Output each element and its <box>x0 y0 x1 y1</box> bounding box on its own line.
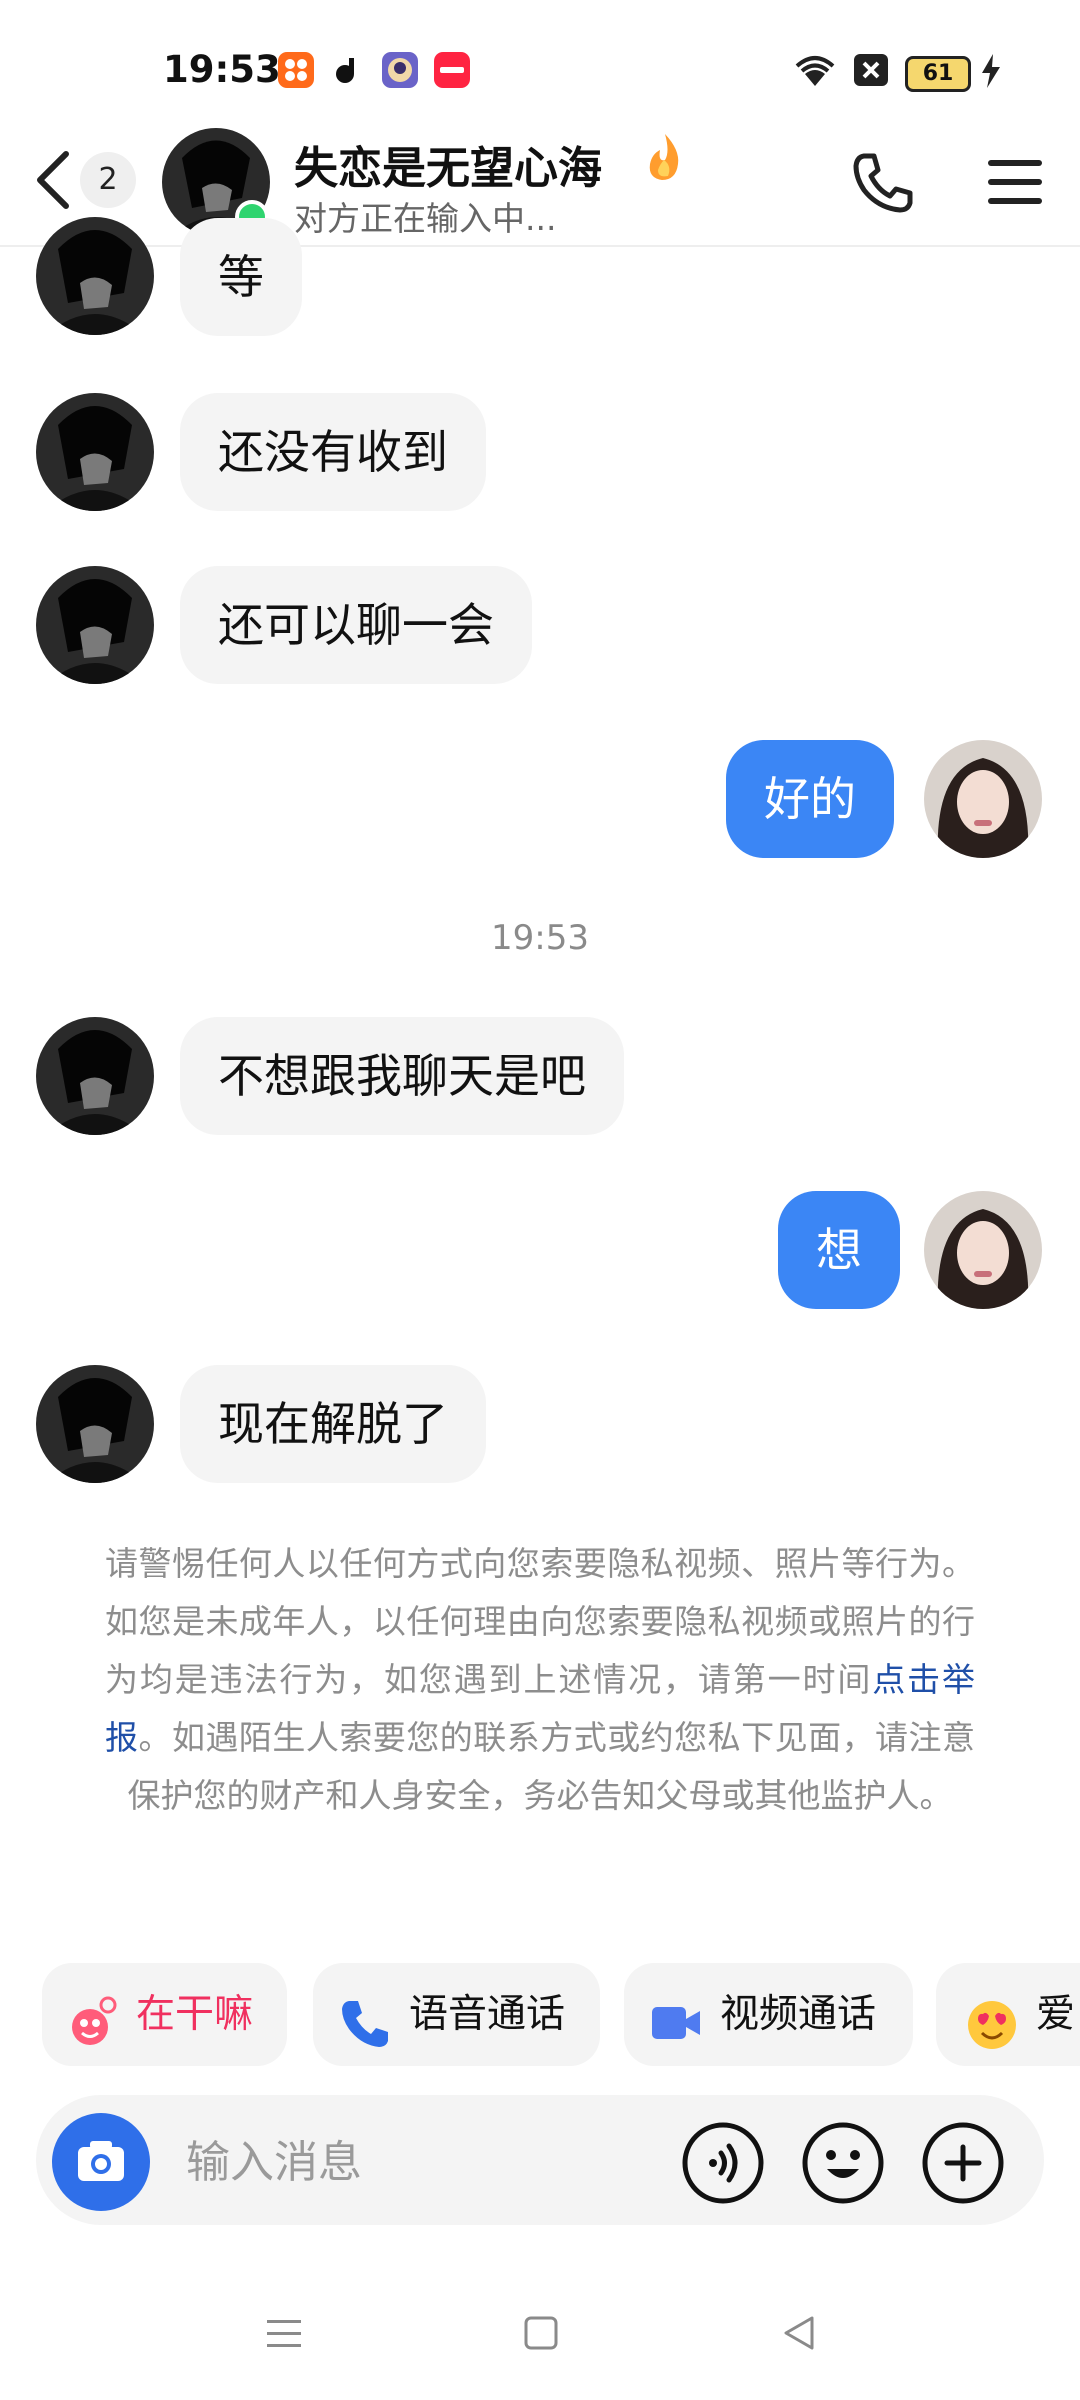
status-time: 19:53 <box>163 48 281 91</box>
video-camera-icon <box>648 1987 704 2043</box>
voice-icon <box>682 2122 764 2204</box>
quick-action-label: 语音通话 <box>409 1992 566 2037</box>
no-sim-icon <box>854 54 888 86</box>
contact-avatar[interactable] <box>36 1365 154 1483</box>
outgoing-message[interactable]: 好的 <box>726 740 894 858</box>
quick-action-whats-up[interactable]: 在干嘛 <box>42 1963 287 2066</box>
incoming-message[interactable]: 现在解脱了 <box>180 1365 486 1483</box>
charging-icon <box>980 54 1002 88</box>
contact-name[interactable]: 失恋是无望心海 <box>294 132 602 196</box>
nav-back-icon[interactable] <box>776 2310 822 2356</box>
fire-icon <box>640 132 690 184</box>
outgoing-message[interactable]: 想 <box>778 1191 900 1309</box>
camera-icon <box>78 2141 124 2181</box>
emoji-button[interactable] <box>801 2121 885 2205</box>
contact-avatar[interactable] <box>36 1017 154 1135</box>
camera-button[interactable] <box>52 2113 150 2211</box>
nav-home-icon[interactable] <box>518 2310 564 2356</box>
typing-status: 对方正在输入中... <box>294 199 557 238</box>
quick-action-video-call[interactable]: 视频通话 <box>624 1963 913 2066</box>
smiley-icon <box>802 2122 884 2204</box>
contact-avatar[interactable] <box>36 566 154 684</box>
my-avatar[interactable] <box>924 740 1042 858</box>
tiktok-app-icon <box>330 52 366 88</box>
voice-button[interactable] <box>681 2121 765 2205</box>
time-divider: 19:53 <box>491 918 589 958</box>
message-input[interactable] <box>184 2128 638 2196</box>
safety-notice: 请警惕任何人以任何方式向您索要隐私视频、照片等行为。如您是未成年人，以任何理由向… <box>105 1535 975 1825</box>
my-avatar[interactable] <box>924 1191 1042 1309</box>
quick-action-love[interactable]: 爱 <box>936 1963 1080 2066</box>
plus-button[interactable] <box>921 2121 1005 2205</box>
quick-action-voice-call[interactable]: 语音通话 <box>313 1963 600 2066</box>
incoming-message[interactable]: 等 <box>180 218 302 336</box>
safety-notice-text: 。如遇陌生人索要您的联系方式或约您私下见面，请注意保护您的财产和人身安全，务必告… <box>127 1718 976 1815</box>
heart-eyes-emoji-icon <box>964 1987 1020 2049</box>
quick-action-label: 视频通话 <box>720 1992 877 2037</box>
unread-count-badge[interactable]: 2 <box>80 152 136 208</box>
incoming-message[interactable]: 不想跟我聊天是吧 <box>180 1017 624 1135</box>
quick-action-label: 爱 <box>1036 1992 1076 2037</box>
incoming-message[interactable]: 还可以聊一会 <box>180 566 532 684</box>
battery-icon: 61 <box>905 56 971 92</box>
nav-menu-icon[interactable] <box>261 2310 307 2356</box>
wifi-icon <box>793 52 837 88</box>
safety-notice-text: 请警惕任何人以任何方式向您索要隐私视频、照片等行为。如您是未成年人，以任何理由向… <box>105 1544 975 1699</box>
contact-avatar[interactable] <box>36 217 154 335</box>
taobao-app-icon <box>278 52 314 88</box>
hamburger-menu-icon[interactable] <box>984 152 1046 212</box>
xiaohongshu-app-icon <box>434 52 470 88</box>
phone-icon <box>337 1987 393 2047</box>
plus-icon <box>922 2122 1004 2204</box>
phone-icon[interactable] <box>850 150 916 216</box>
contact-avatar[interactable] <box>36 393 154 511</box>
chevron-left-icon[interactable] <box>32 150 82 210</box>
quick-action-label: 在干嘛 <box>136 1992 254 2037</box>
game-app-icon <box>382 52 418 88</box>
wave-hello-icon <box>64 1987 120 2045</box>
incoming-message[interactable]: 还没有收到 <box>180 393 486 511</box>
